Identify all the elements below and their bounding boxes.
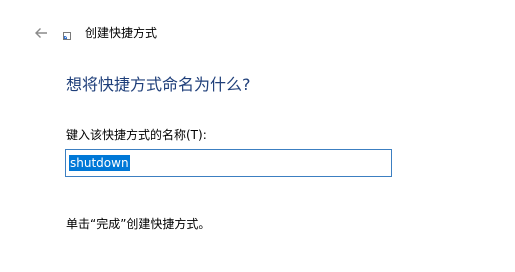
back-arrow-icon: [35, 28, 47, 38]
finish-hint: 单击“完成”创建快捷方式。: [66, 217, 211, 231]
create-shortcut-wizard: 创建快捷方式 想将快捷方式命名为什么? 键入该快捷方式的名称(T): shutd…: [0, 0, 515, 272]
shortcut-icon: [63, 32, 71, 40]
shortcut-name-label: 键入该快捷方式的名称(T):: [66, 128, 207, 142]
shortcut-name-input[interactable]: shutdown: [65, 149, 392, 177]
back-button[interactable]: [30, 23, 52, 43]
shortcut-name-value: shutdown: [69, 155, 130, 171]
page-heading: 想将快捷方式命名为什么?: [66, 75, 251, 94]
window-title: 创建快捷方式: [85, 26, 158, 40]
